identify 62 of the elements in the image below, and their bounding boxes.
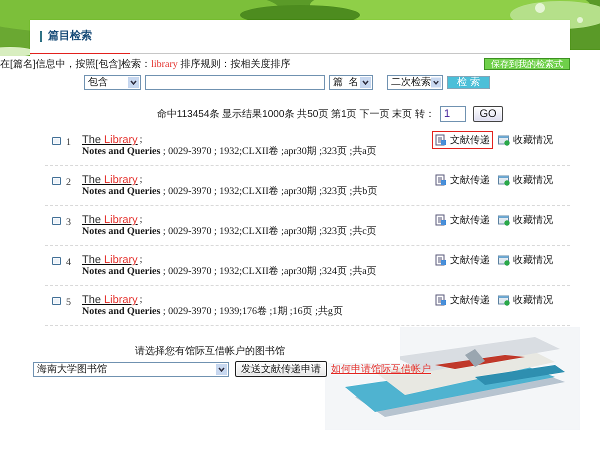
result-number: 5 (66, 296, 72, 310)
action-link[interactable]: 收藏情况 (495, 251, 556, 269)
title-link[interactable]: The Library (82, 134, 138, 146)
source-line: Notes and Queries ; 0029-3970 ; 1939;176卷 ;1期 ;16页 ;共g页 (82, 306, 344, 318)
action-link[interactable]: 收藏情况 (495, 291, 556, 309)
action-link[interactable]: 文献传递 (432, 131, 493, 149)
query-description: 在[篇名]信息中，按照[包含]检索：library 排序规则：按相关度排序 (0, 58, 291, 72)
go-button[interactable]: GO (473, 106, 503, 122)
action-link[interactable]: 收藏情况 (495, 171, 556, 189)
action-link[interactable]: 文献传递 (432, 211, 493, 229)
title-link[interactable]: The Library (82, 294, 138, 306)
page-field[interactable]: 1 (440, 106, 466, 122)
checkbox[interactable] (52, 217, 61, 225)
mode-select[interactable]: 二次检索 (387, 74, 443, 90)
folder-check-icon (498, 294, 510, 306)
folder-check-icon (498, 214, 510, 226)
search-field[interactable] (145, 74, 325, 90)
library-select[interactable]: 海南大学图书馆 (33, 362, 229, 376)
separator: ; (140, 294, 142, 306)
result-number: 2 (66, 176, 72, 190)
title-link[interactable]: The Library (82, 254, 138, 266)
action-link[interactable]: 收藏情况 (495, 211, 556, 229)
separator: ; (140, 214, 142, 226)
document-icon (435, 214, 447, 226)
caret-icon (128, 76, 139, 88)
source-line: Notes and Queries ; 0029-3970 ; 1932;CLXII卷 ;apr30期 ;324页 ;共a页 (82, 266, 378, 278)
library-prompt: 请选择您有馆际互借帐户的图书馆 (135, 346, 285, 357)
section-title: 篇目检索 (48, 28, 92, 44)
document-icon (435, 254, 447, 266)
document-icon (435, 134, 447, 146)
caret-icon (216, 364, 227, 374)
result-number: 1 (66, 136, 72, 150)
checkbox[interactable] (52, 177, 61, 185)
title-link[interactable]: The Library (82, 214, 138, 226)
match-select[interactable]: 包含 (84, 74, 141, 90)
separator: ; (140, 174, 142, 186)
document-icon (435, 294, 447, 306)
result-number: 4 (66, 256, 72, 270)
checkbox[interactable] (52, 297, 61, 305)
pagination-text: 命中113454条 显示结果1000条 共50页 第1页 下一页 末页 转： (156, 108, 435, 122)
action-link[interactable]: 收藏情况 (495, 131, 556, 149)
checkbox[interactable] (52, 257, 61, 265)
caret-icon (360, 76, 371, 88)
help-link[interactable]: 如何申请馆际互借帐户 (331, 362, 431, 376)
checkbox[interactable] (52, 137, 61, 145)
folder-check-icon (498, 174, 510, 186)
field-select[interactable]: 篇 名 (329, 74, 373, 90)
source-line: Notes and Queries ; 0029-3970 ; 1932;CLXII卷 ;apr30期 ;323页 ;共a页 (82, 146, 378, 158)
document-icon (435, 174, 447, 186)
folder-check-icon (498, 254, 510, 266)
action-link[interactable]: 文献传递 (432, 291, 493, 309)
action-link[interactable]: 文献传递 (432, 251, 493, 269)
separator: ; (140, 254, 142, 266)
title-link[interactable]: The Library (82, 174, 138, 186)
action-link[interactable]: 文献传递 (432, 171, 493, 189)
source-line: Notes and Queries ; 0029-3970 ; 1932;CLXII卷 ;apr30期 ;323页 ;共c页 (82, 226, 378, 238)
send-request-button[interactable]: 发送文献传递申请 (235, 361, 327, 377)
separator: ; (140, 134, 142, 146)
result-number: 3 (66, 216, 72, 230)
caret-icon (431, 76, 441, 88)
source-line: Notes and Queries ; 0029-3970 ; 1932;CLXII卷 ;apr30期 ;323页 ;共b页 (82, 186, 378, 198)
folder-check-icon (498, 134, 510, 146)
